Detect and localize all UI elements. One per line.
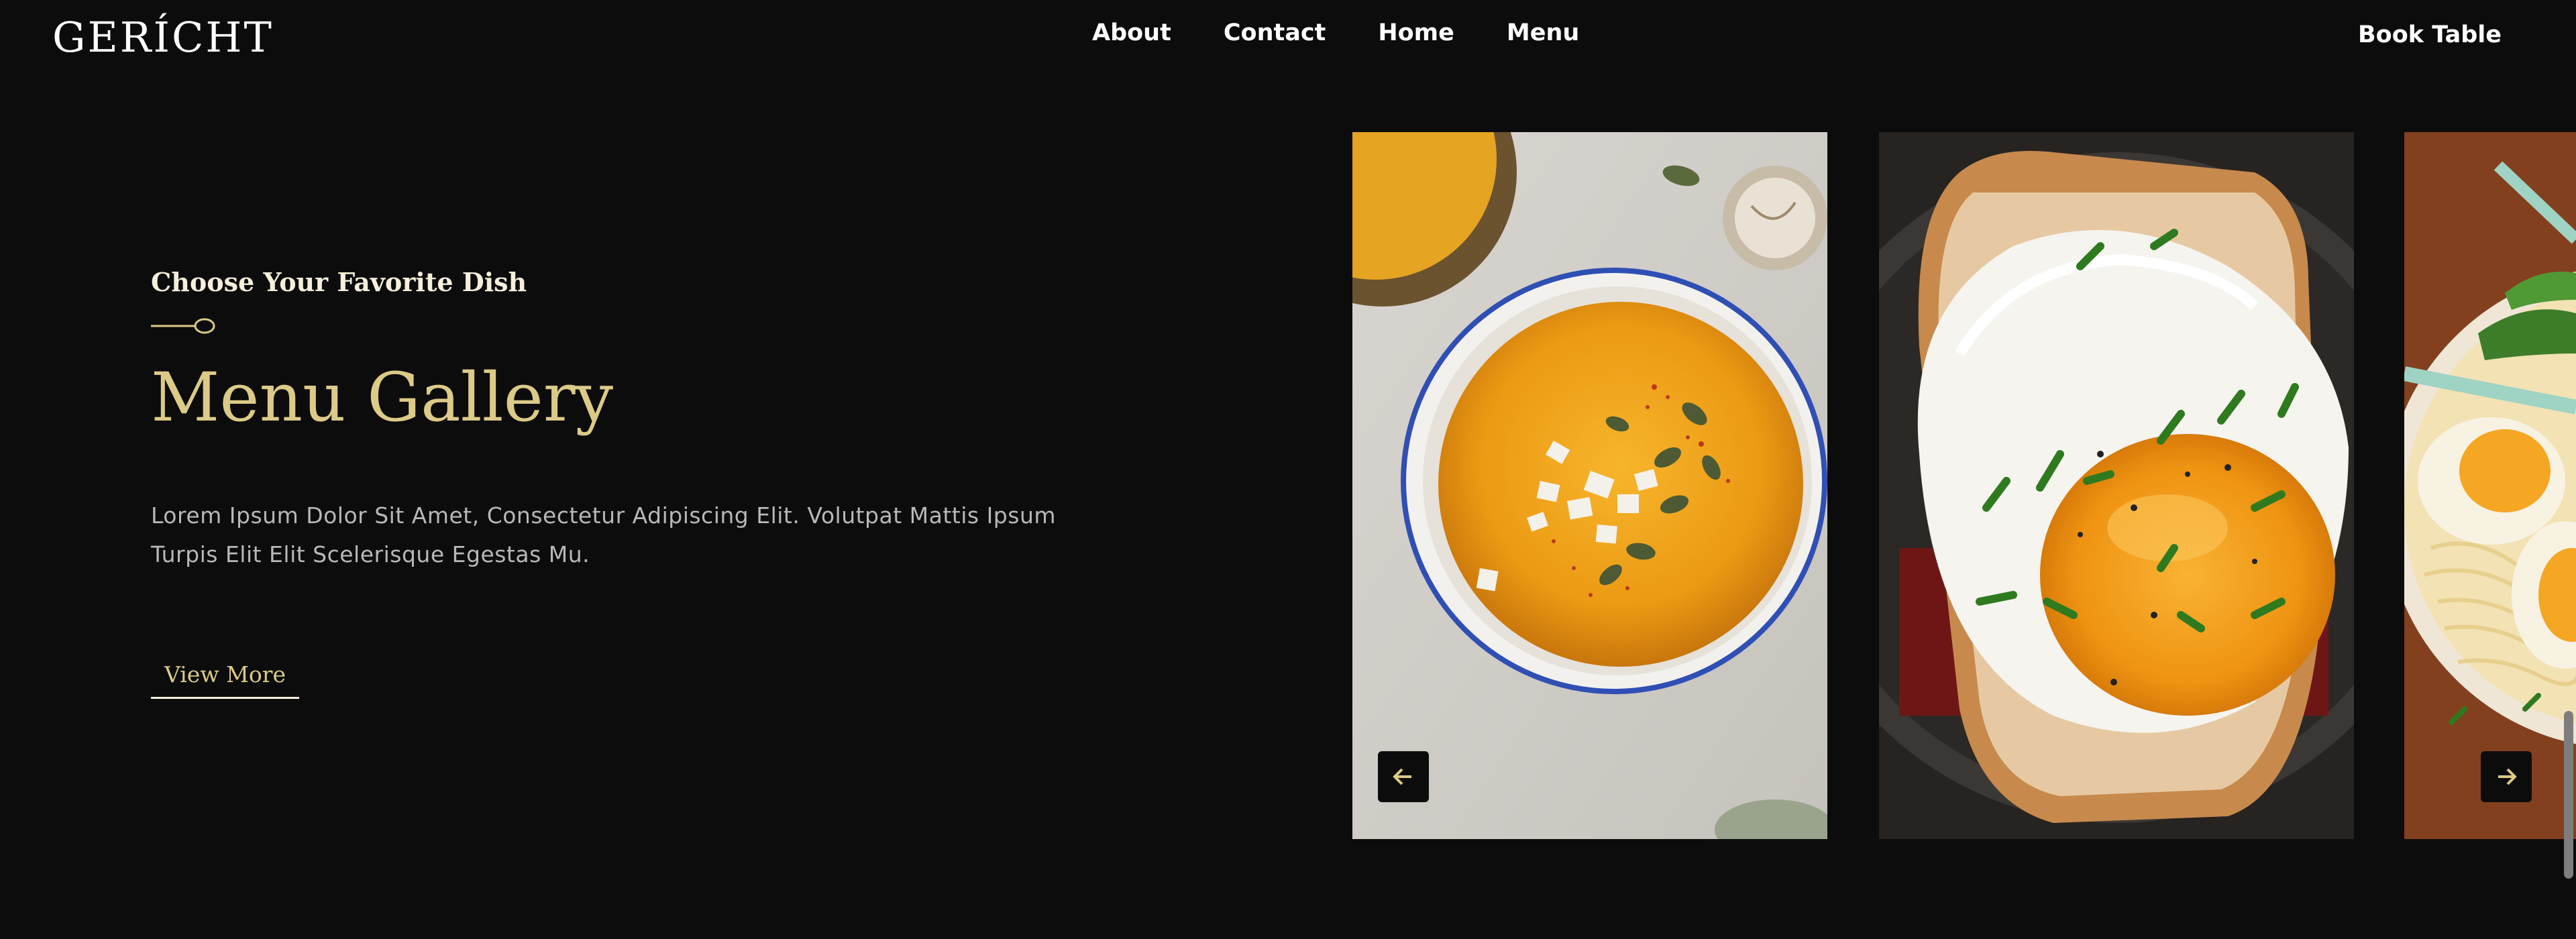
nav-about[interactable]: About xyxy=(1092,20,1171,46)
nav-contact[interactable]: Contact xyxy=(1224,20,1326,46)
spoon-divider-icon xyxy=(151,318,215,334)
description-line-1: Lorem Ipsum Dolor Sit Amet, Consectetur … xyxy=(151,502,1057,529)
nav-home[interactable]: Home xyxy=(1378,20,1454,46)
view-more-button[interactable]: View More xyxy=(151,659,300,699)
brand-logo[interactable]: GERÍCHT xyxy=(52,14,274,60)
gallery-image-ramen-bowl[interactable] xyxy=(2404,132,2576,839)
nav-menu[interactable]: Menu xyxy=(1507,20,1579,46)
arrow-left-icon xyxy=(1393,768,1411,785)
gallery-next-button[interactable] xyxy=(2481,751,2532,802)
section-description: Lorem Ipsum Dolor Sit Amet, Consectetur … xyxy=(151,496,1130,574)
gallery-prev-button[interactable] xyxy=(1378,751,1429,802)
page-scrollbar-thumb[interactable] xyxy=(2564,711,2573,879)
gallery-image-pumpkin-soup[interactable] xyxy=(1352,132,1827,839)
menu-gallery xyxy=(1352,132,2576,839)
book-table-button[interactable]: Book Table xyxy=(2358,22,2502,48)
main-nav: About Contact Home Menu xyxy=(1092,20,1631,46)
section-title: Menu Gallery xyxy=(151,358,614,437)
section-subtitle: Choose Your Favorite Dish xyxy=(151,267,527,297)
description-line-2: Turpis Elit Elit Scelerisque Egestas Mu. xyxy=(151,541,590,567)
arrow-right-icon xyxy=(2498,768,2517,785)
page: GERÍCHT About Contact Home Menu Book Tab… xyxy=(0,0,2576,939)
gallery-image-fried-egg-toast[interactable] xyxy=(1879,132,2354,839)
